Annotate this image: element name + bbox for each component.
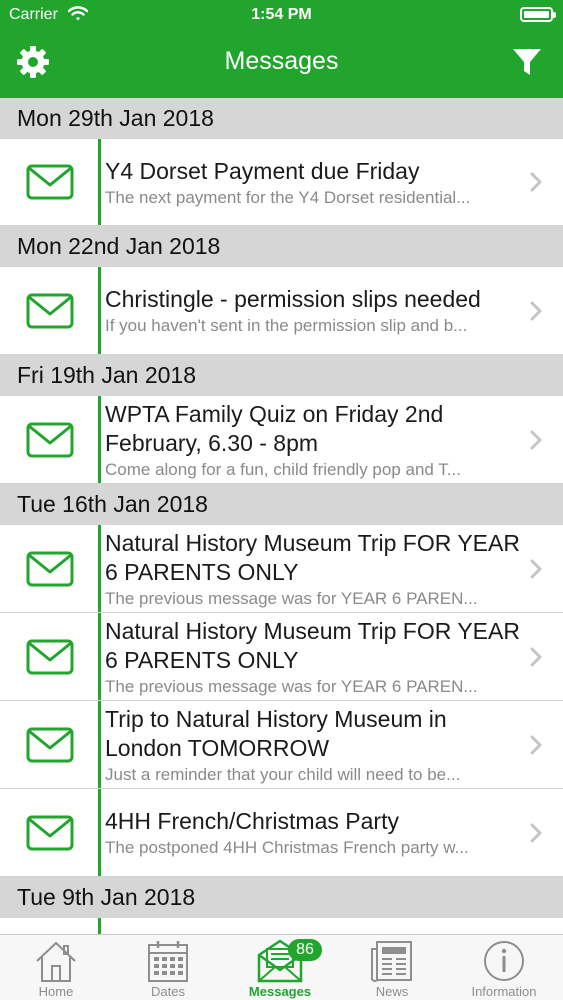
tab-label: News bbox=[375, 984, 409, 999]
message-icon-cell bbox=[0, 525, 100, 612]
message-title: Christingle - permission slips needed bbox=[105, 286, 481, 312]
row-accent-bar bbox=[98, 396, 101, 483]
message-icon-cell bbox=[0, 701, 100, 788]
row-accent-bar bbox=[98, 613, 101, 700]
status-bar: Carrier 1:54 PM bbox=[0, 0, 563, 30]
tab-news[interactable]: News bbox=[336, 935, 448, 1000]
chevron-right-icon bbox=[530, 647, 542, 666]
tab-label: Messages bbox=[248, 984, 312, 999]
envelope-icon bbox=[26, 422, 74, 457]
row-accent-bar bbox=[98, 789, 101, 876]
message-preview: Come along for a fun, child friendly pop… bbox=[105, 460, 461, 479]
message-row[interactable]: Natural History Museum Trip FOR YEAR 6 P… bbox=[0, 613, 563, 701]
message-row[interactable]: Y4 Dorset Payment due Friday The next pa… bbox=[0, 139, 563, 226]
message-preview: If you haven't sent in the permission sl… bbox=[105, 316, 468, 335]
message-title: Natural History Museum Trip FOR YEAR 6 P… bbox=[105, 530, 520, 585]
home-icon bbox=[36, 941, 76, 982]
message-list[interactable]: Mon 29th Jan 2018 Y4 Dorset Payment due … bbox=[0, 98, 563, 934]
message-title: 4HH French/Christmas Party bbox=[105, 808, 399, 834]
unread-badge: 86 bbox=[288, 939, 322, 961]
row-accent-bar bbox=[98, 525, 101, 612]
message-preview: The previous message was for YEAR 6 PARE… bbox=[105, 589, 478, 608]
message-row[interactable]: 4HH French/Christmas Party The postponed… bbox=[0, 789, 563, 877]
message-preview: Just a reminder that your child will nee… bbox=[105, 765, 461, 784]
nav-bar: Messages bbox=[0, 30, 563, 98]
section-header: Fri 19th Jan 2018 bbox=[0, 355, 563, 396]
message-title: WPTA Family Quiz on Friday 2nd February,… bbox=[105, 401, 444, 456]
chevron-right-icon bbox=[530, 172, 542, 192]
section-header: Mon 22nd Jan 2018 bbox=[0, 226, 563, 267]
status-time: 1:54 PM bbox=[251, 6, 312, 23]
tab-information[interactable]: Information bbox=[448, 935, 560, 1000]
tab-label: Home bbox=[38, 984, 74, 999]
envelope-icon bbox=[26, 551, 74, 586]
message-title: Trip to Natural History Museum in London… bbox=[105, 706, 447, 761]
message-icon-cell bbox=[0, 139, 100, 225]
info-icon bbox=[484, 941, 524, 981]
newspaper-icon bbox=[370, 941, 412, 982]
tab-dates[interactable]: Dates bbox=[112, 935, 224, 1000]
message-row[interactable]: Trip to Natural History Museum in London… bbox=[0, 701, 563, 789]
message-row-partial[interactable] bbox=[0, 918, 563, 934]
row-accent-bar bbox=[98, 139, 101, 225]
tab-messages[interactable]: 86 Messages bbox=[224, 935, 336, 1000]
envelope-icon bbox=[26, 727, 74, 762]
row-accent-bar bbox=[98, 267, 101, 354]
message-title: Y4 Dorset Payment due Friday bbox=[105, 158, 420, 184]
message-icon-cell bbox=[0, 613, 100, 700]
envelope-icon bbox=[26, 164, 74, 200]
message-icon-cell bbox=[0, 267, 100, 354]
section-header: Tue 9th Jan 2018 bbox=[0, 877, 563, 918]
message-row[interactable]: Natural History Museum Trip FOR YEAR 6 P… bbox=[0, 525, 563, 613]
message-title: Natural History Museum Trip FOR YEAR 6 P… bbox=[105, 618, 520, 673]
row-accent-bar bbox=[98, 701, 101, 788]
calendar-icon bbox=[148, 941, 188, 982]
chevron-right-icon bbox=[530, 823, 542, 842]
battery-icon bbox=[520, 7, 556, 22]
message-row[interactable]: WPTA Family Quiz on Friday 2nd February,… bbox=[0, 396, 563, 484]
message-preview: The next payment for the Y4 Dorset resid… bbox=[105, 188, 471, 207]
tab-label: Dates bbox=[151, 984, 185, 999]
chevron-right-icon bbox=[530, 301, 542, 320]
envelope-icon bbox=[26, 815, 74, 850]
row-accent-bar bbox=[98, 918, 101, 934]
message-row[interactable]: Christingle - permission slips needed If… bbox=[0, 267, 563, 355]
envelope-icon bbox=[26, 639, 74, 674]
tab-label: Information bbox=[471, 984, 537, 999]
chevron-right-icon bbox=[530, 735, 542, 754]
chevron-right-icon bbox=[530, 430, 542, 449]
chevron-right-icon bbox=[530, 559, 542, 578]
message-preview: The postponed 4HH Christmas French party… bbox=[105, 838, 469, 857]
page-title: Messages bbox=[224, 47, 339, 75]
section-header: Mon 29th Jan 2018 bbox=[0, 98, 563, 139]
section-header: Tue 16th Jan 2018 bbox=[0, 484, 563, 525]
tab-bar: Home Dates 86 Messages News Information bbox=[0, 934, 563, 1000]
message-icon-cell bbox=[0, 789, 100, 876]
message-preview: The previous message was for YEAR 6 PARE… bbox=[105, 677, 478, 696]
tab-home[interactable]: Home bbox=[0, 935, 112, 1000]
filter-icon[interactable] bbox=[511, 46, 543, 78]
envelope-icon bbox=[26, 293, 74, 328]
message-icon-cell bbox=[0, 396, 100, 483]
